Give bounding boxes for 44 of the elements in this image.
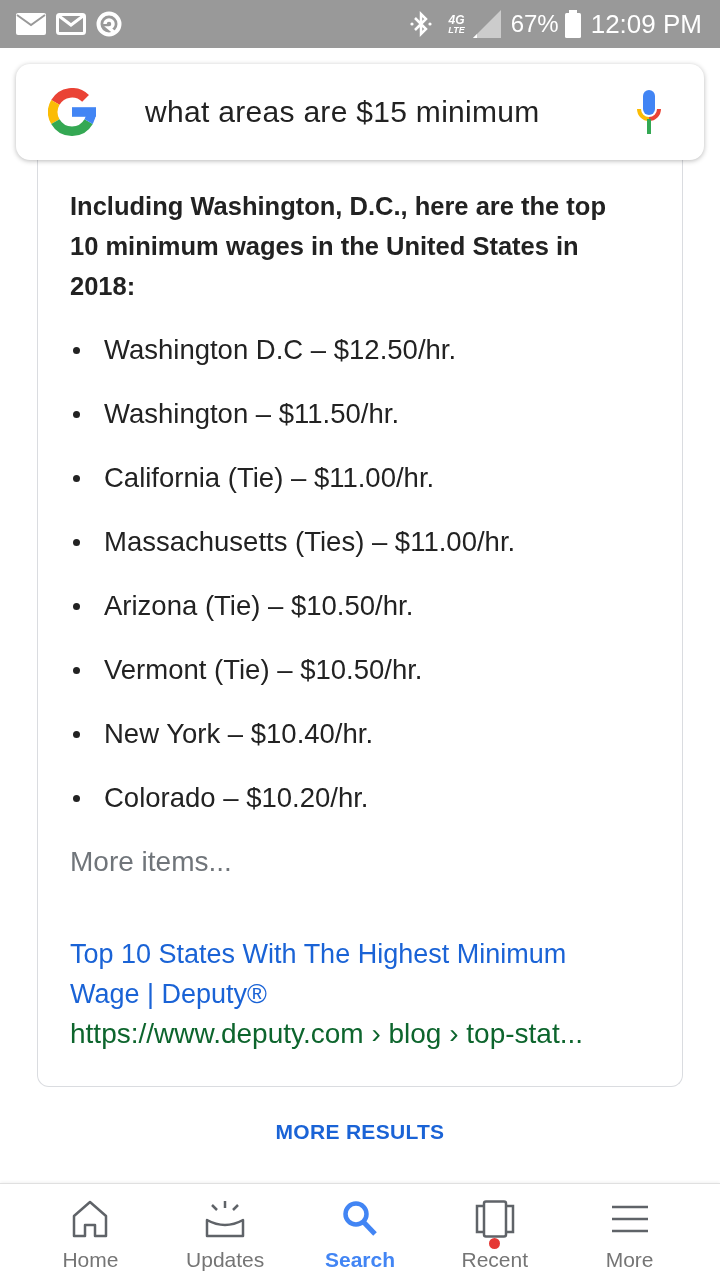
microphone-icon[interactable] xyxy=(636,90,662,134)
g-logo-icon xyxy=(48,88,96,136)
signal-icon xyxy=(472,10,501,38)
nav-tab[interactable]: Search xyxy=(324,1184,395,1280)
network-type: 4G xyxy=(448,13,465,26)
bullet-icon xyxy=(73,474,80,482)
envelope-icon xyxy=(16,13,46,35)
source-url: https://www.deputy.com › blog › top-stat... xyxy=(70,1017,585,1051)
list-item-text: Washington D.C – $12.50/hr. xyxy=(104,334,457,366)
bullet-icon xyxy=(73,666,80,674)
nav-tab[interactable]: Updates xyxy=(186,1184,265,1280)
search-icon xyxy=(342,1200,378,1238)
bullet-icon xyxy=(73,538,80,546)
bullet-icon xyxy=(73,410,80,418)
bluetooth-icon xyxy=(410,10,433,38)
network-sub: LTE xyxy=(448,25,465,35)
battery-icon xyxy=(564,10,581,38)
list-item-text: Washington – $11.50/hr. xyxy=(104,398,400,430)
battery-percent: 67% xyxy=(510,10,559,38)
search-query[interactable]: what areas are $15 minimum xyxy=(145,95,636,129)
list-item-text: Vermont (Tie) – $10.50/hr. xyxy=(104,654,423,686)
bullet-icon xyxy=(73,730,80,738)
home-icon xyxy=(72,1200,109,1238)
mail-m-icon xyxy=(56,13,86,35)
menu-icon xyxy=(610,1204,649,1234)
source-link[interactable]: Top 10 States With The Highest Minimum Wage | Deputy® xyxy=(70,934,610,1014)
list-item-text: New York – $10.40/hr. xyxy=(104,718,374,750)
list-item-text: California (Tie) – $11.00/hr. xyxy=(104,462,435,494)
nav-tab[interactable]: Home xyxy=(62,1184,119,1280)
stacked-cards-icon xyxy=(473,1200,516,1238)
list-item-text: Arizona (Tie) – $10.50/hr. xyxy=(104,590,414,622)
bullet-icon xyxy=(73,602,80,610)
bullet-icon xyxy=(73,794,80,802)
list-item-text: Colorado – $10.20/hr. xyxy=(104,782,369,814)
bullet-icon xyxy=(73,346,80,354)
nav-tab[interactable]: More xyxy=(605,1184,654,1280)
tray-icon xyxy=(204,1200,247,1238)
list-item-text: Massachusetts (Ties) – $11.00/hr. xyxy=(104,526,516,558)
clock-time: 12:09 PM xyxy=(590,8,702,40)
more-results-button[interactable]: MORE RESULTS xyxy=(271,1114,449,1150)
answer-heading: Including Washington, D.C., here are the top 10 minimum wages in the United States in 2018: xyxy=(70,191,607,302)
nav-tab[interactable]: Recent xyxy=(461,1184,529,1280)
ring-icon xyxy=(96,11,122,37)
more-items-link[interactable]: More items... xyxy=(70,846,232,878)
